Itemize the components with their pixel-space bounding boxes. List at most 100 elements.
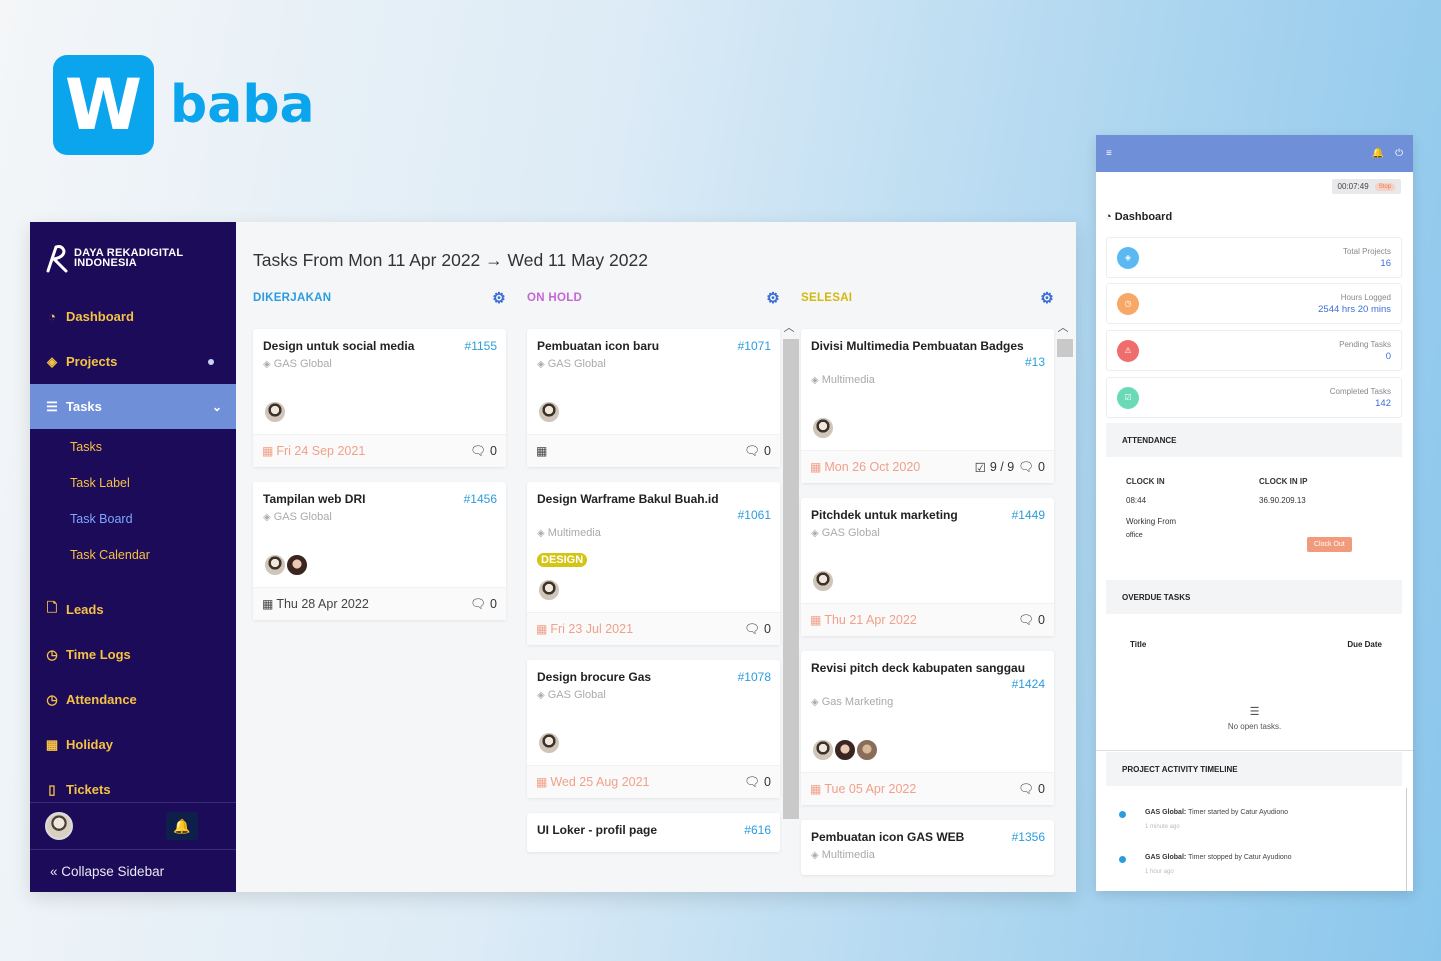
task-card[interactable]: Pitchdek untuk marketing #1449 ◈ GAS Glob… — [801, 498, 1054, 636]
avatar[interactable] — [833, 738, 857, 762]
column-title: Title — [1130, 640, 1147, 649]
avatar[interactable] — [537, 400, 561, 424]
task-footer: ▦ Mon 26 Oct 2020 ☑ 9 / 9 🗨 0 — [801, 450, 1054, 483]
layers-icon: ◈ — [537, 689, 545, 701]
brand[interactable]: DAYA REKADIGITAL INDONESIA — [30, 222, 236, 294]
column-scrollbar[interactable]: ︿ — [1056, 319, 1073, 892]
due-date-text: Wed 25 Aug 2021 — [550, 775, 650, 789]
comment-icon: 🗨 — [1018, 459, 1035, 474]
task-id[interactable]: #1456 — [464, 491, 497, 507]
stop-timer-button[interactable]: Stop — [1374, 182, 1395, 191]
clock-out-button[interactable]: Clock Out — [1307, 537, 1352, 552]
chevron-up-icon[interactable]: ︿ — [782, 319, 796, 335]
task-id[interactable]: #1071 — [738, 338, 771, 354]
task-id[interactable]: #1449 — [1012, 507, 1045, 523]
sidebar-item-label: Projects — [66, 354, 118, 369]
avatar[interactable] — [285, 553, 309, 577]
task-meta: 🗨 0 — [744, 775, 771, 790]
column-due-date: Due Date — [1347, 640, 1382, 649]
task-card[interactable]: Design brocure Gas #1078 ◈ GAS Global ▦ We… — [527, 660, 780, 798]
mobile-dashboard: ≡ 🔔 ⏻ 00:07:49 Stop ◔ Dashboard ◈ Total … — [1096, 135, 1413, 891]
sidebar-subitem-task-calendar[interactable]: Task Calendar — [30, 537, 236, 573]
brand-text: DAYA REKADIGITAL INDONESIA — [74, 248, 183, 269]
sidebar-item-tasks[interactable]: ☰ Tasks ⌄ — [30, 384, 236, 429]
comment-icon: 🗨 — [1018, 781, 1035, 796]
task-id[interactable]: #1424 — [811, 676, 1045, 692]
task-project: ◈ GAS Global — [537, 358, 771, 370]
stat-card[interactable]: ◈ Total Projects 16 — [1106, 237, 1402, 278]
sidebar-subitem-tasks[interactable]: Tasks — [30, 429, 236, 465]
assignee-avatars — [811, 738, 1045, 762]
scroll-thumb[interactable] — [783, 339, 799, 819]
menu-icon[interactable]: ≡ — [1106, 148, 1112, 159]
avatar[interactable] — [537, 731, 561, 755]
avatar[interactable] — [811, 738, 835, 762]
task-id[interactable]: #1078 — [738, 669, 771, 685]
column-header: SELESAI ⚙ — [801, 287, 1054, 309]
avatar[interactable] — [811, 416, 835, 440]
activity-scroll-line — [1406, 788, 1407, 891]
stat-text: Total Projects 16 — [1343, 247, 1391, 269]
stat-card[interactable]: ☑ Completed Tasks 142 — [1106, 377, 1402, 418]
sidebar-item-holiday[interactable]: ▦ Holiday — [30, 722, 236, 767]
title-from: Tasks From Mon 11 Apr 2022 — [253, 250, 481, 270]
task-meta: 🗨 0 — [1018, 782, 1045, 797]
sidebar-item-label: Tasks — [66, 399, 102, 414]
project-name: GAS Global — [547, 689, 606, 701]
sidebar-item-label: Leads — [66, 602, 104, 617]
task-card[interactable]: Pembuatan icon baru #1071 ◈ GAS Global ▦ … — [527, 329, 780, 467]
column-scrollbar[interactable]: ︿ — [782, 319, 799, 892]
notification-button[interactable]: 🔔 — [166, 812, 198, 840]
dashboard-title-text: Dashboard — [1114, 211, 1173, 223]
assignee-avatars — [811, 416, 1045, 440]
task-id[interactable]: #1155 — [465, 338, 497, 354]
sidebar-subitem-task-label[interactable]: Task Label — [30, 465, 236, 501]
task-title: Pitchdek untuk marketing — [811, 508, 958, 522]
avatar[interactable] — [45, 812, 73, 840]
task-card[interactable]: Design untuk social media #1155 ◈ GAS Glo… — [253, 329, 506, 467]
avatar[interactable] — [263, 553, 287, 577]
avatar[interactable] — [811, 569, 835, 593]
sidebar-item-dashboard[interactable]: ◔ Dashboard — [30, 294, 236, 339]
avatar[interactable] — [537, 578, 561, 602]
layers-icon: ◈ — [47, 353, 57, 369]
task-card[interactable]: Design Warframe Bakul Buah.id #1061 ◈ Mul… — [527, 482, 780, 645]
sidebar-item-attendance[interactable]: ◷ Attendance — [30, 677, 236, 722]
sidebar-item-projects[interactable]: ◈ Projects — [30, 339, 236, 384]
board-column: SELESAI ⚙ Divisi Multimedia Pembuatan Bad… — [801, 287, 1073, 890]
task-card[interactable]: Revisi pitch deck kabupaten sanggau #142… — [801, 651, 1054, 805]
task-id[interactable]: #13 — [811, 354, 1045, 370]
avatar[interactable] — [263, 400, 287, 424]
task-card[interactable]: Divisi Multimedia Pembuatan Badges #13 ◈… — [801, 329, 1054, 483]
gear-icon[interactable]: ⚙ — [492, 289, 506, 307]
task-footer: ▦ Thu 21 Apr 2022 🗨 0 — [801, 603, 1054, 636]
power-icon[interactable]: ⏻ — [1395, 148, 1403, 159]
gear-icon[interactable]: ⚙ — [1040, 289, 1054, 307]
brand-line-2: INDONESIA — [74, 257, 137, 269]
calendar-icon: ▦ — [810, 782, 822, 796]
task-card[interactable]: Tampilan web DRI #1456 ◈ GAS Global ▦ Thu … — [253, 482, 506, 620]
task-card[interactable]: Pembuatan icon GAS WEB #1356 ◈ Multimedia — [801, 820, 1054, 875]
task-card[interactable]: UI Loker - profil page #616 — [527, 813, 780, 852]
layers-icon: ◈ — [537, 358, 545, 370]
chevron-up-icon[interactable]: ︿ — [1056, 319, 1070, 335]
stat-card[interactable]: ⚠ Pending Tasks 0 — [1106, 330, 1402, 371]
sidebar-subitem-task-board[interactable]: Task Board — [30, 501, 236, 537]
collapse-sidebar-button[interactable]: « Collapse Sidebar — [30, 850, 236, 892]
stat-card[interactable]: ◷ Hours Logged 2544 hrs 20 mins — [1106, 283, 1402, 324]
sidebar-item-leads[interactable]: 🗋 Leads — [30, 587, 236, 632]
sidebar-item-time-logs[interactable]: ◷ Time Logs — [30, 632, 236, 677]
task-footer: ▦ 🗨 0 — [527, 434, 780, 467]
task-meta: 🗨 0 — [744, 444, 771, 459]
avatar[interactable] — [855, 738, 879, 762]
task-meta: 🗨 0 — [744, 622, 771, 637]
task-id[interactable]: #616 — [744, 822, 771, 838]
task-id[interactable]: #1061 — [537, 507, 771, 523]
task-title: Revisi pitch deck kabupaten sanggau — [811, 661, 1026, 675]
gear-icon[interactable]: ⚙ — [766, 289, 780, 307]
scroll-thumb[interactable] — [1057, 339, 1073, 357]
attendance-details: CLOCK IN 08:44 CLOCK IN IP 36.90.209.13 … — [1126, 477, 1376, 539]
task-id[interactable]: #1356 — [1012, 829, 1045, 845]
comment-icon: 🗨 — [1018, 612, 1035, 627]
bell-icon[interactable]: 🔔 — [1372, 148, 1384, 159]
